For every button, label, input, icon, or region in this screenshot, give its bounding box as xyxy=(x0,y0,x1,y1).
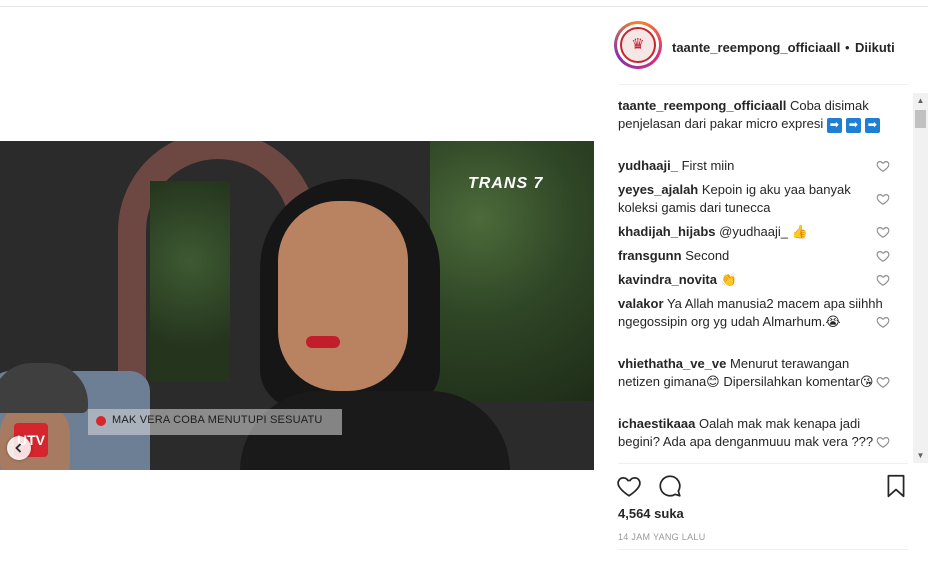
comment-like-heart-icon[interactable] xyxy=(876,159,890,173)
comment-username[interactable]: vhiethatha_ve_ve xyxy=(618,356,726,371)
comment-item: valakor Ya Allah manusia2 macem apa siih… xyxy=(618,295,883,331)
post-timestamp[interactable]: 14 JAM YANG LALU xyxy=(618,532,706,542)
background-plants xyxy=(150,181,230,381)
scroll-down-arrow-icon[interactable]: ▼ xyxy=(913,448,928,463)
scroll-up-arrow-icon[interactable]: ▲ xyxy=(913,93,928,108)
avatar-logo: ♛ xyxy=(620,27,656,63)
comment-username[interactable]: valakor xyxy=(618,296,664,311)
comment-username[interactable]: khadijah_hijabs xyxy=(618,224,716,239)
actions-divider xyxy=(618,463,908,464)
heart-icon[interactable] xyxy=(616,473,642,499)
comment-item: kavindra_novita 👏 xyxy=(618,271,883,289)
caption-arrows: ➡ ➡ ➡ xyxy=(826,118,880,133)
comment-bubble-icon[interactable] xyxy=(657,473,683,499)
comment-like-heart-icon[interactable] xyxy=(876,273,890,287)
comment-username[interactable]: ichaestikaaa xyxy=(618,416,695,431)
caption-live-dot xyxy=(96,416,106,426)
post-header: ♛ taante_reempong_officiaall • Diikuti xyxy=(605,7,908,85)
comment-text: Second xyxy=(685,248,730,263)
comment-username[interactable]: fransgunn xyxy=(618,248,682,263)
follow-separator: • xyxy=(845,40,850,55)
channel-logo: TRANS 7 xyxy=(468,175,544,192)
comment-like-heart-icon[interactable] xyxy=(876,435,890,449)
post-video[interactable]: TRANS 7 MAK VERA COBA MENUTUPI SESUATU U… xyxy=(0,141,594,470)
avatar-glyph: ♛ xyxy=(631,36,645,53)
comment-item: yudhaaji_ First miin xyxy=(618,157,883,175)
comment-username[interactable]: kavindra_novita xyxy=(618,272,717,287)
comment-item: vhiethatha_ve_ve Menurut terawangan neti… xyxy=(618,355,883,391)
woman-lips xyxy=(306,336,340,348)
bookmark-icon[interactable] xyxy=(883,473,909,499)
caption-username[interactable]: taante_reempong_officiaall xyxy=(618,98,786,113)
comment-item: fransgunn Second xyxy=(618,247,883,265)
header-divider xyxy=(618,84,908,85)
comment-like-heart-icon[interactable] xyxy=(876,225,890,239)
comment-list: taante_reempong_officiaall Coba disimak … xyxy=(605,93,910,463)
comment-item: ichaestikaaa Oalah mak mak kenapa jadi b… xyxy=(618,415,883,451)
comment-username[interactable]: yudhaaji_ xyxy=(618,158,678,173)
chevron-left-icon xyxy=(15,443,22,453)
avatar[interactable]: ♛ xyxy=(617,24,659,66)
comment-like-heart-icon[interactable] xyxy=(876,375,890,389)
header-username-link[interactable]: taante_reempong_officiaall xyxy=(672,40,840,55)
comment-text: @yudhaaji_ 👍 xyxy=(719,224,808,239)
comment-like-heart-icon[interactable] xyxy=(876,249,890,263)
previous-media-button[interactable] xyxy=(7,436,31,460)
scroll-thumb[interactable] xyxy=(915,110,926,128)
comment-text: 👏 xyxy=(720,272,737,287)
comment-like-heart-icon[interactable] xyxy=(876,192,890,206)
comment-text: First miin xyxy=(681,158,735,173)
arrow-emoji: ➡ xyxy=(845,118,861,133)
arrow-emoji: ➡ xyxy=(864,118,880,133)
like-count[interactable]: 4,564 suka xyxy=(618,506,684,521)
comment-username[interactable]: yeyes_ajalah xyxy=(618,182,698,197)
post-caption: taante_reempong_officiaall Coba disimak … xyxy=(618,97,883,133)
bottom-divider xyxy=(618,549,908,550)
comment-item: yeyes_ajalah Kepoin ig aku yaa banyak ko… xyxy=(618,181,883,217)
video-caption-text: MAK VERA COBA MENUTUPI SESUATU xyxy=(112,414,323,426)
post-sidebar: ♛ taante_reempong_officiaall • Diikuti t… xyxy=(605,7,928,569)
comment-item: khadijah_hijabs @yudhaaji_ 👍 xyxy=(618,223,883,241)
comment-scrollbar[interactable]: ▲ ▼ xyxy=(913,93,928,463)
comment-like-heart-icon[interactable] xyxy=(876,315,890,329)
woman-face xyxy=(278,201,408,391)
video-frame: TRANS 7 MAK VERA COBA MENUTUPI SESUATU U… xyxy=(0,141,594,470)
following-button[interactable]: Diikuti xyxy=(855,40,895,55)
arrow-emoji: ➡ xyxy=(826,118,842,133)
